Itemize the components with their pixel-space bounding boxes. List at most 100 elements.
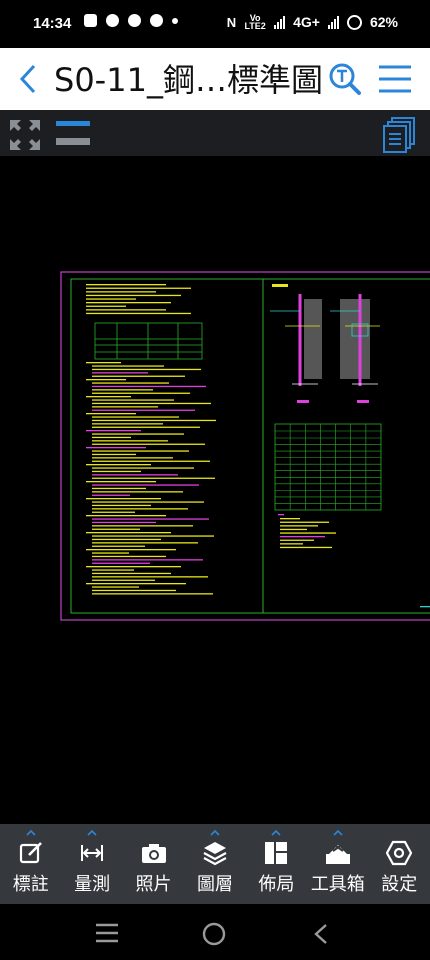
chevron-left-icon — [19, 64, 36, 94]
note-text-line — [92, 542, 198, 544]
measure-icon — [81, 845, 104, 861]
note-text-line — [92, 518, 209, 520]
note-text-line — [92, 416, 179, 418]
sheet-toggle-button[interactable] — [54, 118, 94, 150]
stacked-pages-icon — [383, 117, 415, 153]
menu-button[interactable] — [376, 62, 414, 96]
tool-settings[interactable]: 設定 — [369, 824, 430, 904]
battery-icon — [346, 14, 362, 30]
note-text-line — [92, 504, 151, 507]
note-text-line — [86, 379, 126, 381]
note-text-line — [86, 498, 161, 500]
signal-icon — [327, 15, 339, 29]
fullscreen-button[interactable] — [8, 118, 42, 152]
layers-icon — [203, 842, 227, 866]
tool-layers[interactable]: 圖層 — [184, 824, 245, 904]
bottom-toolbar: 標註 量測 照片 圖層 佈局 工具箱 設定 — [0, 824, 430, 904]
page-title: S0-11_鋼…標準圖 — [54, 61, 323, 99]
note-text-line — [92, 402, 211, 405]
pinwheel-icon — [150, 14, 163, 27]
viewer-toolbar — [0, 110, 430, 156]
note-text-line — [92, 426, 200, 428]
chevron-up-icon — [87, 830, 97, 836]
notification-icons — [84, 14, 178, 27]
tool-label: 圖層 — [196, 874, 233, 895]
note-text-line — [86, 302, 171, 304]
note-text-line — [92, 569, 134, 571]
note-text-line — [92, 521, 156, 524]
more-notifications-dot-icon — [172, 17, 178, 24]
chevron-up-icon — [210, 830, 220, 836]
back-button[interactable] — [14, 60, 44, 98]
note-text-line — [92, 562, 150, 564]
split-sheet-icon — [56, 121, 90, 145]
note-text-line — [92, 576, 208, 578]
note-text-line — [92, 559, 203, 561]
note-text-line — [280, 536, 325, 538]
sheet-list-button[interactable] — [382, 116, 418, 154]
network-type: 4G+ — [293, 14, 320, 30]
note-text-line — [86, 430, 141, 432]
note-text-line — [86, 284, 166, 286]
note-text-line — [92, 538, 161, 541]
facebook-icon — [106, 14, 119, 27]
note-text-line — [92, 392, 190, 394]
note-text-line — [92, 552, 129, 554]
tool-toolbox[interactable]: 工具箱 — [307, 824, 368, 904]
note-text-line — [86, 464, 151, 466]
note-text-line — [92, 436, 131, 439]
camera-icon — [141, 844, 166, 863]
tool-layout[interactable]: 佈局 — [246, 824, 307, 904]
note-text-line — [86, 583, 186, 585]
note-text-line — [92, 586, 139, 588]
layout-icon — [265, 842, 288, 864]
status-bar: 14:34 N Vo LTE2 4G+ 62% — [0, 0, 430, 48]
note-text-line — [92, 525, 193, 527]
note-text-line — [280, 518, 300, 520]
note-text-line — [86, 549, 176, 551]
toolbox-icon — [325, 843, 350, 864]
status-time: 14:34 — [33, 15, 72, 32]
tool-measure[interactable]: 量測 — [61, 824, 122, 904]
note-text-line — [86, 481, 156, 483]
back-nav-icon[interactable] — [312, 922, 330, 946]
note-text-line — [92, 375, 185, 377]
note-text-line — [86, 566, 181, 568]
note-text-line — [92, 589, 176, 592]
recent-apps-icon[interactable] — [94, 922, 120, 944]
note-text-line — [92, 477, 215, 479]
note-text-line — [278, 514, 284, 516]
note-text-line — [92, 406, 158, 408]
drawing-canvas[interactable] — [0, 156, 430, 824]
search-text-icon — [329, 63, 361, 95]
nfc-icon: N — [226, 14, 237, 30]
hamburger-menu-icon — [379, 65, 411, 93]
note-text-line — [92, 555, 166, 558]
note-text-line — [92, 484, 199, 486]
note-text-line — [86, 291, 156, 293]
expand-arrows-icon — [10, 120, 40, 150]
note-text-line — [92, 508, 188, 510]
note-text-line — [280, 532, 336, 534]
tool-annotate[interactable]: 標註 — [0, 824, 61, 904]
text-search-button[interactable] — [328, 62, 362, 96]
note-text-line — [86, 396, 131, 398]
facebook-icon — [128, 14, 141, 27]
note-text-line — [92, 491, 183, 493]
home-icon[interactable] — [202, 922, 226, 946]
note-text-line — [86, 287, 191, 289]
note-text-line — [92, 535, 214, 537]
note-text-line — [92, 579, 155, 581]
status-right-icons: N Vo LTE2 4G+ 62% — [226, 14, 398, 31]
note-text-line — [92, 409, 195, 411]
note-text-line — [92, 419, 216, 422]
note-text-line — [280, 539, 314, 541]
note-text-line — [86, 309, 166, 311]
tool-label: 工具箱 — [310, 874, 365, 895]
app-header: S0-11_鋼…標準圖 — [0, 48, 430, 110]
note-text-line — [92, 365, 164, 367]
note-text-line — [92, 501, 204, 503]
tool-photo[interactable]: 照片 — [123, 824, 184, 904]
rebar-detail-drawings — [270, 284, 380, 403]
signal-icon — [274, 15, 286, 29]
